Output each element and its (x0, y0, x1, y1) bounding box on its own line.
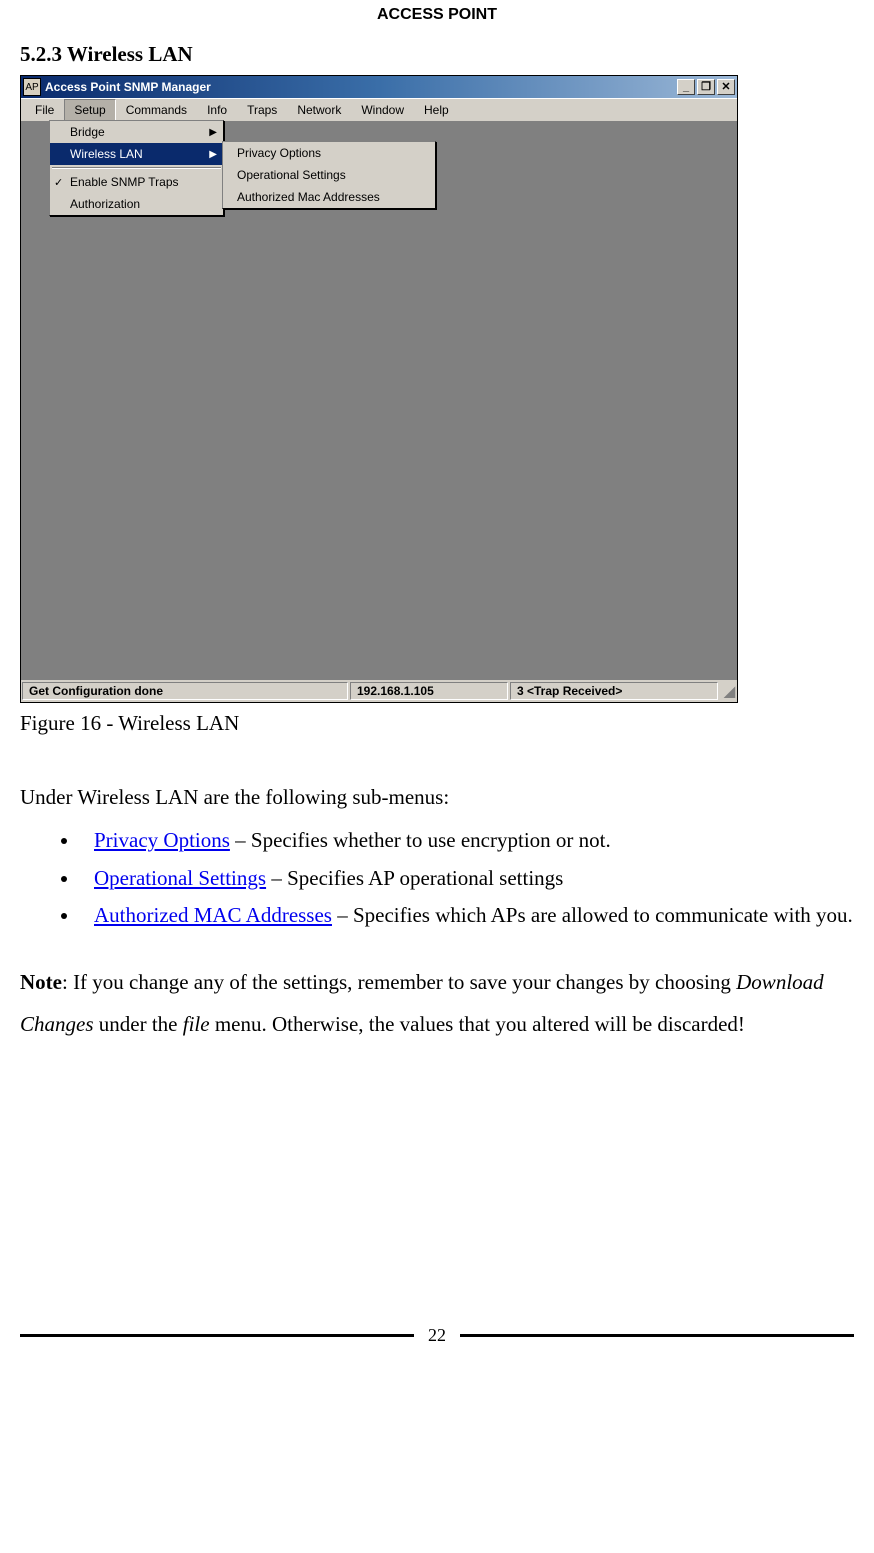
setup-item-label: Authorization (70, 197, 140, 211)
note-paragraph: Note: If you change any of the settings,… (20, 961, 854, 1045)
setup-item-enable-snmp-traps[interactable]: ✓ Enable SNMP Traps (50, 171, 223, 193)
submenu-arrow-icon: ▶ (209, 127, 217, 138)
setup-item-label: Bridge (70, 125, 105, 139)
status-message: Get Configuration done (22, 682, 348, 700)
status-trap: 3 <Trap Received> (510, 682, 718, 700)
menu-network[interactable]: Network (287, 99, 351, 121)
note-label: Note (20, 970, 62, 994)
menubar: File Setup Commands Info Traps Network W… (21, 98, 737, 121)
menu-separator (52, 167, 221, 169)
list-item: Privacy Options – Specifies whether to u… (80, 824, 854, 858)
note-text: under the (94, 1012, 183, 1036)
restore-button[interactable]: ❐ (697, 79, 715, 95)
setup-item-bridge[interactable]: Bridge ▶ (50, 121, 223, 143)
link-authorized-mac[interactable]: Authorized MAC Addresses (94, 903, 332, 927)
submenu-arrow-icon: ▶ (209, 149, 217, 160)
page-number: 22 (422, 1325, 452, 1346)
bullet-rest: – Specifies whether to use encryption or… (230, 828, 611, 852)
menu-window[interactable]: Window (351, 99, 414, 121)
list-item: Authorized MAC Addresses – Specifies whi… (80, 899, 854, 933)
section-heading: 5.2.3 Wireless LAN (20, 42, 854, 67)
menu-setup[interactable]: Setup (64, 99, 115, 121)
wlan-submenu: Privacy Options Operational Settings Aut… (222, 141, 436, 209)
intro-paragraph: Under Wireless LAN are the following sub… (20, 776, 854, 818)
note-text: : If you change any of the settings, rem… (62, 970, 736, 994)
setup-dropdown: Bridge ▶ Wireless LAN ▶ ✓ Enable SNMP Tr… (49, 120, 224, 216)
menu-help[interactable]: Help (414, 99, 459, 121)
setup-item-wireless-lan[interactable]: Wireless LAN ▶ (50, 143, 223, 165)
check-icon: ✓ (54, 176, 63, 189)
note-text: menu. Otherwise, the values that you alt… (210, 1012, 745, 1036)
link-operational-settings[interactable]: Operational Settings (94, 866, 266, 890)
page-header: ACCESS POINT (20, 0, 854, 42)
client-area: Bridge ▶ Wireless LAN ▶ ✓ Enable SNMP Tr… (21, 121, 737, 679)
resize-grip-icon: ◢ (719, 680, 737, 702)
window-controls: _ ❐ ✕ (677, 79, 735, 95)
titlebar: AP Access Point SNMP Manager _ ❐ ✕ (21, 76, 737, 98)
footer-rule (460, 1334, 854, 1337)
figure-caption: Figure 16 - Wireless LAN (20, 711, 854, 736)
app-icon: AP (23, 78, 41, 96)
bullet-rest: – Specifies which APs are allowed to com… (332, 903, 853, 927)
menu-file[interactable]: File (25, 99, 64, 121)
footer-rule (20, 1334, 414, 1337)
bullet-rest: – Specifies AP operational settings (266, 866, 563, 890)
status-ip: 192.168.1.105 (350, 682, 508, 700)
window-title: Access Point SNMP Manager (45, 80, 677, 94)
statusbar: Get Configuration done 192.168.1.105 3 <… (21, 679, 737, 702)
bullet-list: Privacy Options – Specifies whether to u… (20, 824, 854, 933)
setup-item-authorization[interactable]: Authorization (50, 193, 223, 215)
menu-commands[interactable]: Commands (116, 99, 197, 121)
minimize-button[interactable]: _ (677, 79, 695, 95)
menu-info[interactable]: Info (197, 99, 237, 121)
submenu-operational-settings[interactable]: Operational Settings (223, 164, 435, 186)
close-button[interactable]: ✕ (717, 79, 735, 95)
screenshot-window: AP Access Point SNMP Manager _ ❐ ✕ File … (20, 75, 738, 703)
submenu-authorized-mac[interactable]: Authorized Mac Addresses (223, 186, 435, 208)
submenu-privacy-options[interactable]: Privacy Options (223, 142, 435, 164)
note-italic: file (183, 1012, 210, 1036)
menu-traps[interactable]: Traps (237, 99, 287, 121)
setup-item-label: Enable SNMP Traps (70, 175, 179, 189)
list-item: Operational Settings – Specifies AP oper… (80, 862, 854, 896)
setup-item-label: Wireless LAN (70, 147, 143, 161)
link-privacy-options[interactable]: Privacy Options (94, 828, 230, 852)
page-footer: 22 (20, 1325, 854, 1366)
